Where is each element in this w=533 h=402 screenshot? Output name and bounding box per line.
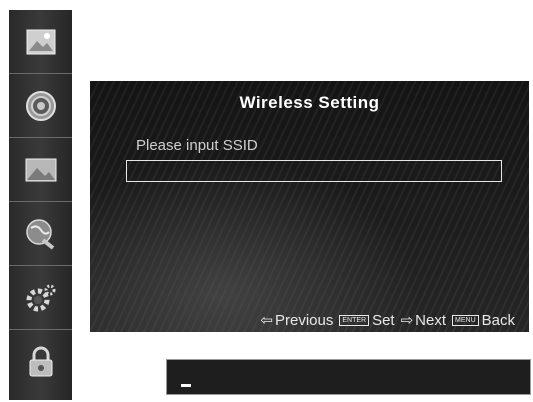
osd-sidebar <box>9 10 72 400</box>
gears-icon <box>26 284 55 311</box>
hint-bar: ⇦ Previous ENTER Set ⇨ Next MENU Back <box>260 311 515 330</box>
text-entry-bar[interactable] <box>166 359 531 395</box>
text-cursor <box>181 384 191 387</box>
sidebar-item-sound[interactable] <box>9 74 72 138</box>
sidebar-item-lock[interactable] <box>9 330 72 394</box>
wireless-setting-dialog: Wireless Setting Please input SSID ⇦ Pre… <box>90 81 529 332</box>
speaker-icon <box>25 90 56 121</box>
previous-hint[interactable]: Previous <box>275 312 333 329</box>
previous-arrow-icon: ⇦ <box>260 312 273 329</box>
lock-icon <box>29 346 52 377</box>
next-hint[interactable]: Next <box>415 312 446 329</box>
ssid-prompt: Please input SSID <box>136 137 258 154</box>
sidebar-item-picture[interactable] <box>9 10 72 74</box>
landscape-icon <box>25 158 56 181</box>
dialog-title: Wireless Setting <box>239 93 380 112</box>
sidebar-item-setup[interactable] <box>9 266 72 330</box>
picture-icon <box>26 29 55 54</box>
globe-icon <box>25 218 54 250</box>
sidebar-item-screen[interactable] <box>9 138 72 202</box>
menu-key-icon: MENU <box>452 314 479 326</box>
set-hint[interactable]: Set <box>372 312 395 329</box>
next-arrow-icon: ⇨ <box>400 312 414 329</box>
back-hint[interactable]: Back <box>482 312 515 329</box>
ssid-input[interactable] <box>126 160 502 182</box>
enter-key-icon: ENTER <box>339 314 370 326</box>
sidebar-item-network[interactable] <box>9 202 72 266</box>
